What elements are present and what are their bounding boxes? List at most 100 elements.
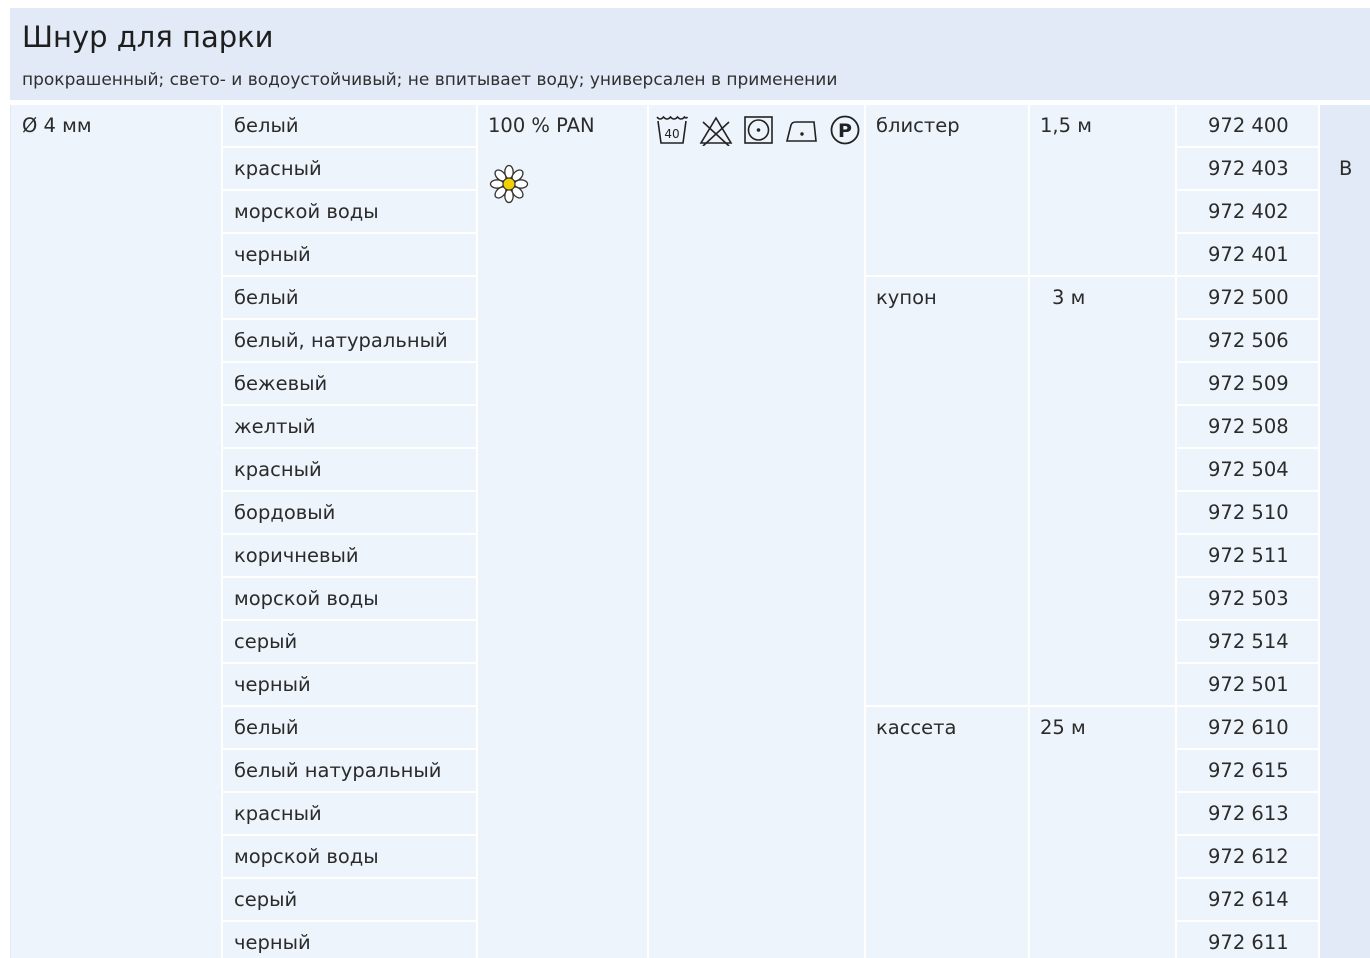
header: Шнур для парки прокрашенный; свето- и во… [10,8,1370,100]
table-row: морской воды [223,191,476,232]
article-cell: 972 613 [1177,793,1318,834]
color-label: серый [234,888,298,911]
length-cell [1030,707,1175,958]
color-label: красный [234,458,322,481]
color-label: белый [234,286,299,309]
article-cell: 972 504 [1177,449,1318,490]
article-cell: 972 615 [1177,750,1318,791]
article-cell: 972 503 [1177,578,1318,619]
table-row: коричневый [223,535,476,576]
article-number: 972 510 [1208,501,1289,524]
color-label: белый [234,716,299,739]
color-label: бордовый [234,501,336,524]
color-label: черный [234,243,311,266]
article-number: 972 611 [1208,931,1289,954]
article-number: 972 402 [1208,200,1289,223]
svg-text:P: P [838,120,852,142]
article-number: 972 503 [1208,587,1289,610]
article-cell: 972 400 [1177,105,1318,146]
material-label: 100 % PAN [488,114,595,137]
color-label: белый [234,114,299,137]
article-number: 972 508 [1208,415,1289,438]
article-cell: 972 514 [1177,621,1318,662]
table-row: белый натуральный [223,750,476,791]
mark-label: B [1339,157,1353,180]
table-row: белый [223,707,476,748]
article-number: 972 500 [1208,286,1289,309]
table-row: бордовый [223,492,476,533]
table-row: морской воды [223,578,476,619]
article-number: 972 509 [1208,372,1289,395]
length-cell [1030,277,1175,705]
wash-40-icon: 40 [656,115,689,144]
color-label: черный [234,931,311,954]
color-label: морской воды [234,587,379,610]
table-row: белый [223,277,476,318]
article-number: 972 612 [1208,845,1289,868]
article-number: 972 504 [1208,458,1289,481]
article-number: 972 506 [1208,329,1289,352]
article-number: 972 613 [1208,802,1289,825]
color-label: морской воды [234,845,379,868]
article-number: 972 615 [1208,759,1289,782]
care-cell [649,105,864,958]
page-title: Шнур для парки [22,20,274,54]
daisy-icon [489,164,529,204]
table-row: желтый [223,406,476,447]
article-cell: 972 500 [1177,277,1318,318]
table-row: черный [223,922,476,958]
packaging-label: купон [876,286,937,309]
table-row: бежевый [223,363,476,404]
iron-low-icon [786,121,818,142]
size-cell [11,105,221,958]
table-row: серый [223,879,476,920]
article-cell: 972 611 [1177,922,1318,958]
page-subtitle: прокрашенный; свето- и водоустойчивый; н… [22,70,838,90]
article-cell: 972 511 [1177,535,1318,576]
packaging-label: блистер [876,114,960,137]
article-cell: 972 403 [1177,148,1318,189]
table-row: белый, натуральный [223,320,476,361]
dry-clean-p-icon: P [830,115,860,145]
table-row: черный [223,234,476,275]
article-number: 972 501 [1208,673,1289,696]
table-row: морской воды [223,836,476,877]
color-label: коричневый [234,544,359,567]
color-label: белый, натуральный [234,329,448,352]
color-label: белый натуральный [234,759,442,782]
article-number: 972 400 [1208,114,1289,137]
color-label: желтый [234,415,316,438]
article-cell: 972 509 [1177,363,1318,404]
article-cell: 972 610 [1177,707,1318,748]
article-cell: 972 614 [1177,879,1318,920]
packaging-label: кассета [876,716,957,739]
color-label: серый [234,630,298,653]
table-row: красный [223,449,476,490]
length-label: 1,5 м [1040,114,1092,137]
article-cell: 972 506 [1177,320,1318,361]
care-icons: 40 P [655,114,863,150]
table-row: черный [223,664,476,705]
color-label: черный [234,673,311,696]
article-cell: 972 510 [1177,492,1318,533]
material-cell [478,105,647,958]
color-label: бежевый [234,372,328,395]
length-label: 3 м [1052,286,1086,309]
article-cell: 972 508 [1177,406,1318,447]
color-label: красный [234,802,322,825]
article-number: 972 610 [1208,716,1289,739]
packaging-cell [866,277,1028,705]
table-row: красный [223,148,476,189]
article-cell: 972 612 [1177,836,1318,877]
no-bleach-icon [699,116,733,147]
color-label: красный [234,157,322,180]
color-label: морской воды [234,200,379,223]
table-row: белый [223,105,476,146]
svg-text:40: 40 [664,127,679,141]
packaging-cell [866,707,1028,958]
table-row: красный [223,793,476,834]
article-number: 972 514 [1208,630,1289,653]
tumble-dry-low-icon [744,116,773,144]
size-label: Ø 4 мм [22,114,92,137]
article-cell: 972 401 [1177,234,1318,275]
